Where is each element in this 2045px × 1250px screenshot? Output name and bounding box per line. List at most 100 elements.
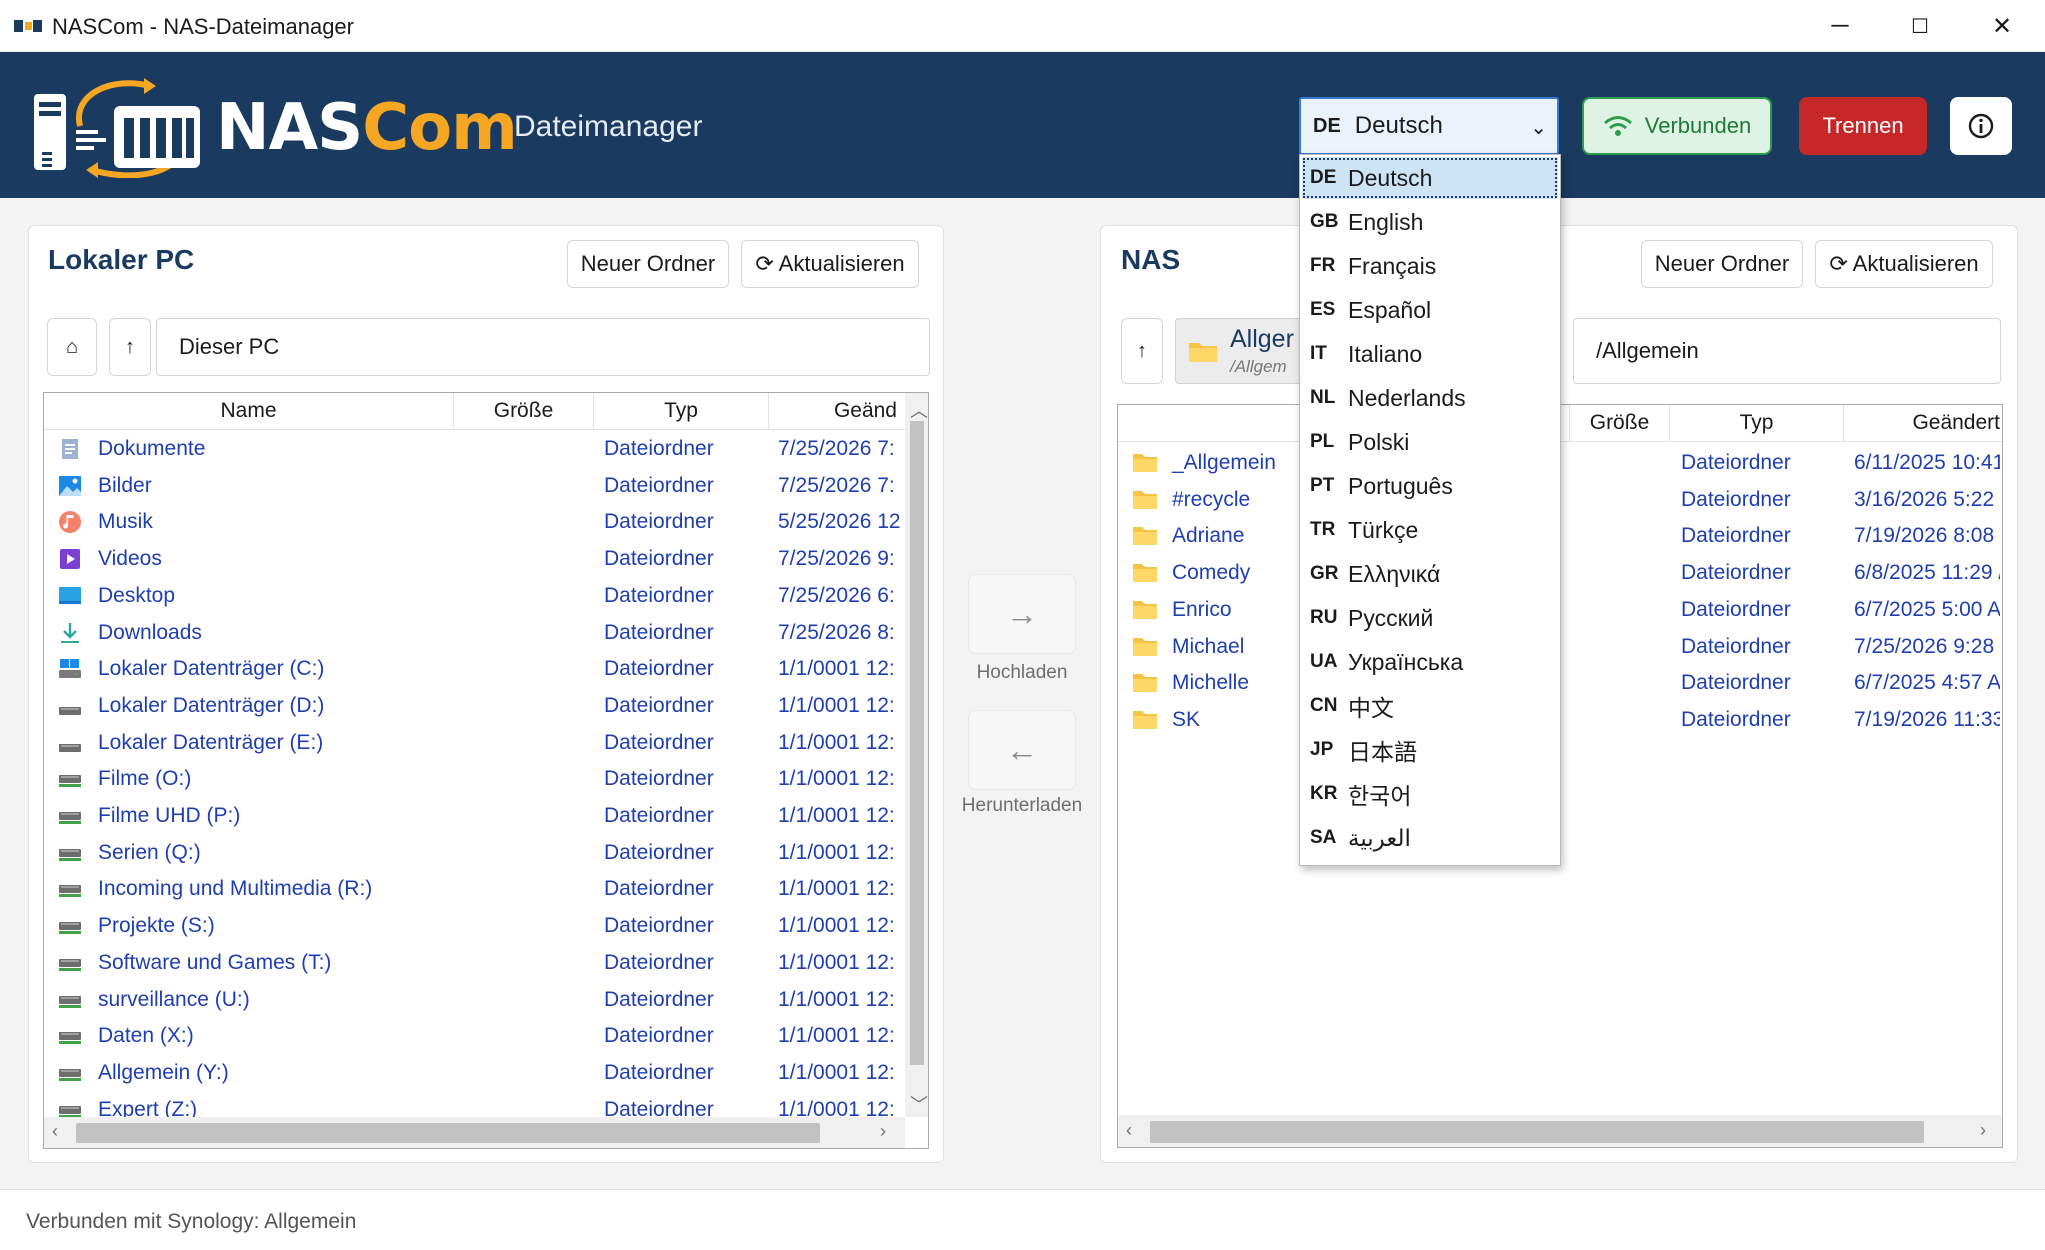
table-row[interactable]: Projekte (S:) Dateiordner 1/1/0001 12: xyxy=(44,908,905,945)
table-row[interactable]: Allgemein (Y:) Dateiordner 1/1/0001 12: xyxy=(44,1055,905,1092)
table-row[interactable]: Desktop Dateiordner 7/25/2026 6: xyxy=(44,578,905,615)
local-vertical-scroll-thumb[interactable] xyxy=(910,421,924,1065)
local-horizontal-scrollbar[interactable]: ‹ › xyxy=(44,1117,905,1148)
folder-icon xyxy=(1132,671,1157,695)
table-row[interactable]: Filme UHD (P:) Dateiordner 1/1/0001 12: xyxy=(44,798,905,835)
language-option-de[interactable]: DE Deutsch xyxy=(1302,157,1558,199)
nas-horizontal-scrollbar[interactable]: ‹ › xyxy=(1118,1115,2002,1147)
file-name: Desktop xyxy=(98,583,176,607)
language-option-code: PT xyxy=(1310,475,1335,496)
table-row[interactable]: Bilder Dateiordner 7/25/2026 7: xyxy=(44,468,905,505)
nas-path-field[interactable]: /Allgemein xyxy=(1573,318,2001,384)
file-modified: 7/19/2026 11:33 xyxy=(1854,707,2000,731)
file-type: Dateiordner xyxy=(604,547,714,571)
column-header-type[interactable]: Typ xyxy=(1670,405,1844,441)
info-button[interactable] xyxy=(1950,97,2012,155)
column-header-size[interactable]: Größe xyxy=(454,393,594,429)
status-bar: Verbunden mit Synology: Allgemein xyxy=(0,1189,2045,1250)
videos-icon xyxy=(58,547,82,571)
language-option-name: 中文 xyxy=(1348,695,1394,721)
file-modified: 1/1/0001 12: xyxy=(778,730,895,754)
language-option-name: العربية xyxy=(1348,824,1411,851)
scroll-right-icon[interactable]: › xyxy=(1980,1120,1986,1141)
chevron-down-icon: ⌄ xyxy=(1530,117,1547,139)
maximize-button[interactable]: ☐ xyxy=(1880,0,1960,52)
language-option-nl[interactable]: NL Nederlands xyxy=(1302,377,1558,419)
network-drive-icon xyxy=(58,841,82,865)
network-drive-icon xyxy=(58,804,82,828)
language-option-sa[interactable]: SA العربية xyxy=(1302,817,1558,859)
local-new-folder-button[interactable]: Neuer Ordner xyxy=(567,240,729,288)
scroll-up-icon[interactable]: ︿ xyxy=(910,397,928,423)
language-option-pl[interactable]: PL Polski xyxy=(1302,421,1558,463)
language-option-fr[interactable]: FR Français xyxy=(1302,245,1558,287)
column-header-size[interactable]: Größe xyxy=(1570,405,1670,441)
home-button[interactable]: ⌂ xyxy=(47,318,97,376)
language-option-es[interactable]: ES Español xyxy=(1302,289,1558,331)
desktop-icon xyxy=(58,584,82,608)
close-button[interactable]: ✕ xyxy=(1962,0,2042,52)
scroll-left-icon[interactable]: ‹ xyxy=(52,1121,58,1142)
language-option-code: KR xyxy=(1310,783,1338,804)
scroll-right-icon[interactable]: › xyxy=(880,1121,886,1142)
nas-new-folder-button[interactable]: Neuer Ordner xyxy=(1641,240,1803,288)
table-row[interactable]: Lokaler Datenträger (C:) Dateiordner 1/1/0… xyxy=(44,651,905,688)
table-row[interactable]: Serien (Q:) Dateiordner 1/1/0001 12: xyxy=(44,835,905,872)
file-type: Dateiordner xyxy=(604,510,714,534)
connection-status-button[interactable]: Verbunden xyxy=(1582,97,1772,155)
table-row[interactable]: Daten (X:) Dateiordner 1/1/0001 12: xyxy=(44,1018,905,1055)
download-button[interactable]: ← xyxy=(968,710,1076,790)
folder-icon xyxy=(1132,598,1157,622)
language-option-gb[interactable]: GB English xyxy=(1302,201,1558,243)
table-row[interactable]: Downloads Dateiordner 7/25/2026 8: xyxy=(44,615,905,652)
table-row[interactable]: Lokaler Datenträger (D:) Dateiordner 1/1/0… xyxy=(44,688,905,725)
minimize-button[interactable]: ─ xyxy=(1800,0,1880,52)
language-option-name: Français xyxy=(1348,252,1437,279)
column-header-modified[interactable]: Geänd xyxy=(769,393,905,429)
table-row[interactable]: Filme (O:) Dateiordner 1/1/0001 12: xyxy=(44,761,905,798)
nas-refresh-button[interactable]: ⟳ Aktualisieren xyxy=(1815,240,1993,288)
column-header-name[interactable]: Name xyxy=(44,393,454,429)
upload-button[interactable]: → xyxy=(968,574,1076,654)
language-option-pt[interactable]: PT Português xyxy=(1302,465,1558,507)
language-option-ru[interactable]: RU Русский xyxy=(1302,597,1558,639)
language-option-tr[interactable]: TR Türkçe xyxy=(1302,509,1558,551)
file-name: Enrico xyxy=(1172,597,1232,621)
local-horizontal-scroll-thumb[interactable] xyxy=(76,1123,820,1143)
folder-icon xyxy=(1132,488,1157,512)
column-header-type[interactable]: Typ xyxy=(594,393,769,429)
local-up-button[interactable]: ↑ xyxy=(109,318,151,376)
table-row[interactable]: Dokumente Dateiordner 7/25/2026 7: xyxy=(44,431,905,468)
nas-horizontal-scroll-thumb[interactable] xyxy=(1150,1121,1924,1143)
table-row[interactable]: Software und Games (T:) Dateiordner 1/1/00… xyxy=(44,945,905,982)
language-option-it[interactable]: IT Italiano xyxy=(1302,333,1558,375)
table-row[interactable]: Incoming und Multimedia (R:) Dateiordner 1… xyxy=(44,871,905,908)
language-option-code: RU xyxy=(1310,607,1338,628)
share-selector[interactable]: Allger /Allgem xyxy=(1175,318,1315,384)
nas-up-button[interactable]: ↑ xyxy=(1121,318,1163,384)
language-select[interactable]: DE Deutsch ⌄ xyxy=(1299,97,1559,155)
table-row[interactable]: surveillance (U:) Dateiordner 1/1/0001 12: xyxy=(44,982,905,1019)
language-option-gr[interactable]: GR Ελληνικά xyxy=(1302,553,1558,595)
language-option-ua[interactable]: UA Українська xyxy=(1302,641,1558,683)
column-header-modified[interactable]: Geändert xyxy=(1844,405,2002,441)
scroll-left-icon[interactable]: ‹ xyxy=(1126,1120,1132,1141)
network-drive-icon xyxy=(58,767,82,791)
language-option-code: PL xyxy=(1310,431,1335,452)
language-option-jp[interactable]: JP 日本語 xyxy=(1302,729,1558,771)
scroll-down-icon[interactable]: ﹀ xyxy=(910,1091,928,1117)
file-name: Incoming und Multimedia (R:) xyxy=(98,877,373,901)
downloads-icon xyxy=(58,621,82,645)
local-path-field[interactable]: Dieser PC xyxy=(156,318,930,376)
table-row[interactable]: Lokaler Datenträger (E:) Dateiordner 1/1/0… xyxy=(44,725,905,762)
disconnect-button[interactable]: Trennen xyxy=(1799,97,1927,155)
nas-panel-title: NAS xyxy=(1121,244,1181,275)
local-vertical-scrollbar[interactable]: ︿ ﹀ xyxy=(905,393,928,1117)
language-option-kr[interactable]: KR 한국어 xyxy=(1302,773,1558,815)
local-refresh-button[interactable]: ⟳ Aktualisieren xyxy=(741,240,919,288)
table-row[interactable]: Videos Dateiordner 7/25/2026 9: xyxy=(44,541,905,578)
table-row[interactable]: Musik Dateiordner 5/25/2026 12 xyxy=(44,504,905,541)
language-option-cn[interactable]: CN 中文 xyxy=(1302,685,1558,727)
folder-icon xyxy=(1189,343,1217,362)
file-modified: 6/8/2025 11:29 / xyxy=(1854,561,2000,585)
